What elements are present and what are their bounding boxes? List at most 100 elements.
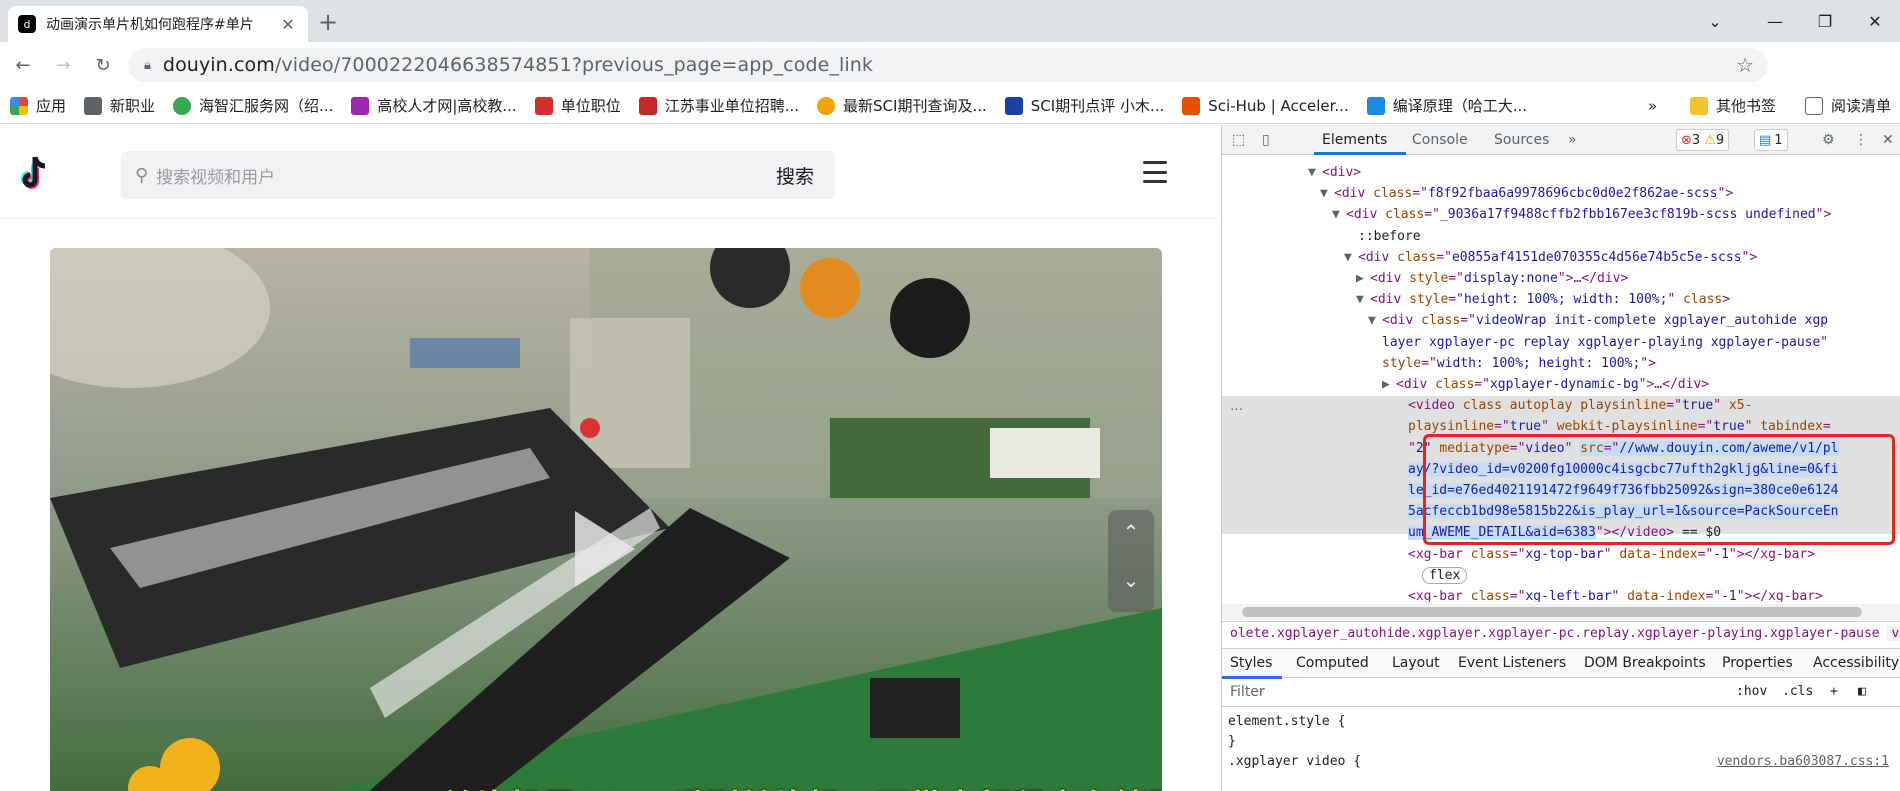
browser-toolbar: ← → ↻ 🔒︎ douyin.com/video/70002220466385… <box>0 42 1900 118</box>
inspect-element-icon[interactable]: ⬚ <box>1232 132 1245 148</box>
reading-list-button[interactable]: 阅读清单 <box>1805 95 1891 116</box>
dom-node-line[interactable]: layer xgplayer-pc replay xgplayer-playin… <box>1382 332 1828 353</box>
video-switcher: ⌃ ⌄ <box>1108 510 1154 612</box>
tab-styles[interactable]: Styles <box>1230 655 1272 671</box>
play-icon[interactable] <box>575 511 635 587</box>
tab-computed[interactable]: Computed <box>1296 655 1369 671</box>
dom-node-line[interactable]: ::before <box>1358 226 1421 247</box>
lock-icon: 🔒︎ <box>144 57 151 73</box>
dom-node-line[interactable]: <xg-bar class="xg-left-bar" data-index="… <box>1408 586 1823 602</box>
dom-node-line[interactable]: ▶ <div style="display:none">…</div> <box>1356 268 1628 289</box>
tab-close-icon[interactable]: ✕ <box>278 15 298 34</box>
style-rule-next-selector[interactable]: .xgplayer video { <box>1228 754 1361 769</box>
message-icon: ▤ <box>1759 132 1772 148</box>
bookmark-label: 应用 <box>36 97 67 115</box>
dom-node-line[interactable]: ▼ <div class="videoWrap init-complete xgp… <box>1368 310 1828 331</box>
tab-properties[interactable]: Properties <box>1722 655 1793 671</box>
tab-elements[interactable]: Elements <box>1322 132 1387 148</box>
dom-node-line[interactable]: <xg-bar class="xg-top-bar" data-index="-… <box>1408 544 1815 565</box>
dom-node-line[interactable]: ▼ <div class="_9036a17f9488cffb2fbb167ee3… <box>1332 204 1831 225</box>
error-icon: ⊗ <box>1681 132 1692 148</box>
back-icon[interactable]: ← <box>6 48 40 82</box>
tab-search-icon[interactable]: ⌄ <box>1690 0 1740 42</box>
hamburger-menu-icon[interactable] <box>1143 161 1167 183</box>
tab-sources[interactable]: Sources <box>1494 132 1549 148</box>
error-count: 3 <box>1691 132 1701 148</box>
bookmark-star-icon[interactable]: ☆ <box>1736 53 1754 77</box>
tab-accessibility[interactable]: Accessibility <box>1813 655 1899 671</box>
close-window-button[interactable]: ✕ <box>1850 0 1900 42</box>
tiktok-favicon-icon: d <box>18 15 36 33</box>
warning-icon: ⚠ <box>1704 132 1716 148</box>
expand-toggle-icon: ▶ <box>1382 377 1390 392</box>
bookmark-item[interactable]: Sci-Hub | Acceler... <box>1182 96 1349 115</box>
devtools-menu-icon[interactable]: ⋮ <box>1854 132 1868 148</box>
bookmark-item[interactable]: 江苏事业单位招聘... <box>638 95 799 116</box>
style-rule-selector[interactable]: element.style { <box>1228 712 1895 732</box>
minimize-button[interactable]: — <box>1750 0 1800 42</box>
stylesheet-link[interactable]: vendors.ba603087.css:1 <box>1717 752 1889 772</box>
breadcrumb-path[interactable]: olete.xgplayer_autohide.xgplayer.xgplaye… <box>1230 626 1880 641</box>
other-bookmarks-folder[interactable]: 其他书签 <box>1690 95 1776 116</box>
bookmark-label: SCI期刊点评 小木... <box>1030 97 1165 115</box>
address-bar[interactable]: 🔒︎ douyin.com/video/7000222046638574851?… <box>128 48 1768 82</box>
bookmark-favicon-icon <box>1182 96 1201 115</box>
bookmark-item[interactable]: 新职业 <box>84 95 155 116</box>
video-player[interactable]: ⌃ ⌄ …AT89C51单片机是8051系列单片机，不带内部程序存储器 <box>50 248 1162 791</box>
search-input[interactable]: 搜索视频和用户 <box>156 163 755 188</box>
tab-dom-breakpoints[interactable]: DOM Breakpoints <box>1584 655 1706 671</box>
hover-state-toggle[interactable]: :hov <box>1736 684 1767 699</box>
more-tabs-icon[interactable]: » <box>1568 132 1577 148</box>
url-host: douyin.com <box>162 54 275 76</box>
douyin-logo-icon[interactable] <box>20 152 56 192</box>
dom-node-line[interactable]: ▼ <div style="height: 100%; width: 100%;"… <box>1356 289 1730 310</box>
dom-node-line[interactable]: flex <box>1422 565 1468 586</box>
horizontal-scrollbar[interactable] <box>1222 604 1900 620</box>
computed-sidebar-icon[interactable]: ◧ <box>1858 684 1866 699</box>
next-video-icon[interactable]: ⌄ <box>1108 568 1154 592</box>
issues-counter[interactable]: ⊗ 3 ⚠ 9 <box>1676 129 1730 151</box>
tab-event-listeners[interactable]: Event Listeners <box>1458 655 1566 671</box>
expand-toggle-icon: ▼ <box>1308 165 1316 180</box>
dom-node-line[interactable]: ▼ <div class="f8f92fbaa6a9978696cbc0d0e2f… <box>1320 183 1733 204</box>
douyin-page: ⚲ 搜索视频和用户 搜索 ⌃ ⌄ <box>0 125 1218 791</box>
settings-gear-icon[interactable]: ⚙ <box>1822 132 1835 148</box>
new-tab-button[interactable]: + <box>318 8 338 36</box>
filter-input[interactable]: Filter <box>1230 684 1265 700</box>
bookmark-item[interactable]: 应用 <box>10 95 66 116</box>
bookmark-label: 单位职位 <box>560 97 621 115</box>
previous-video-icon[interactable]: ⌃ <box>1108 520 1154 544</box>
bookmark-label: 海智汇服务网（绍... <box>199 97 334 115</box>
reload-icon[interactable]: ↻ <box>86 48 120 82</box>
messages-counter[interactable]: ▤ 1 <box>1754 129 1788 151</box>
dom-node-line[interactable]: <video class autoplay playsinline="true"… <box>1408 395 1752 416</box>
bookmarks-overflow-button[interactable]: » <box>1648 97 1657 115</box>
tab-layout[interactable]: Layout <box>1392 655 1440 671</box>
browser-tab[interactable]: d 动画演示单片机如何跑程序#单片 ✕ <box>8 6 308 42</box>
restore-button[interactable]: ❐ <box>1800 0 1850 42</box>
dom-node-line[interactable]: style="width: 100%; height: 100%;"> <box>1382 353 1656 374</box>
scroll-thumb[interactable] <box>1242 607 1862 617</box>
search-box[interactable]: ⚲ 搜索视频和用户 搜索 <box>121 151 835 199</box>
node-actions-icon[interactable]: … <box>1230 396 1243 417</box>
expand-toggle-icon: ▼ <box>1332 207 1340 223</box>
close-devtools-icon[interactable]: ✕ <box>1882 132 1894 148</box>
tab-console[interactable]: Console <box>1412 132 1468 148</box>
bookmark-item[interactable]: 海智汇服务网（绍... <box>173 95 333 116</box>
bookmark-item[interactable]: 高校人才网|高校教... <box>351 95 517 116</box>
device-toggle-icon[interactable]: ▯ <box>1262 132 1270 148</box>
bookmark-item[interactable]: 编译原理（哈工大... <box>1366 95 1527 116</box>
dom-node-line[interactable]: ▶ <div class="xgplayer-dynamic-bg">…</div… <box>1382 374 1709 395</box>
dom-node-line[interactable]: ▼ <div> <box>1308 162 1361 183</box>
dom-node-line[interactable]: ▼ <div class="e0855af4151de070355c4d56e74… <box>1344 247 1757 268</box>
bookmark-label: 其他书签 <box>1716 97 1777 115</box>
bookmark-item[interactable]: SCI期刊点评 小木... <box>1004 95 1165 116</box>
breadcrumb-current[interactable]: video <box>1887 626 1900 641</box>
search-button[interactable]: 搜索 <box>755 162 835 189</box>
forward-icon[interactable]: → <box>46 48 80 82</box>
new-rule-icon[interactable]: + <box>1830 684 1838 699</box>
bookmark-item[interactable]: 单位职位 <box>534 95 621 116</box>
dom-tree[interactable]: … ▼ <div> ▼ <div class="f8f92fbaa6a9978696c… <box>1222 156 1900 602</box>
bookmark-item[interactable]: 最新SCI期刊查询及... <box>817 95 987 116</box>
class-toggle[interactable]: .cls <box>1782 684 1813 699</box>
